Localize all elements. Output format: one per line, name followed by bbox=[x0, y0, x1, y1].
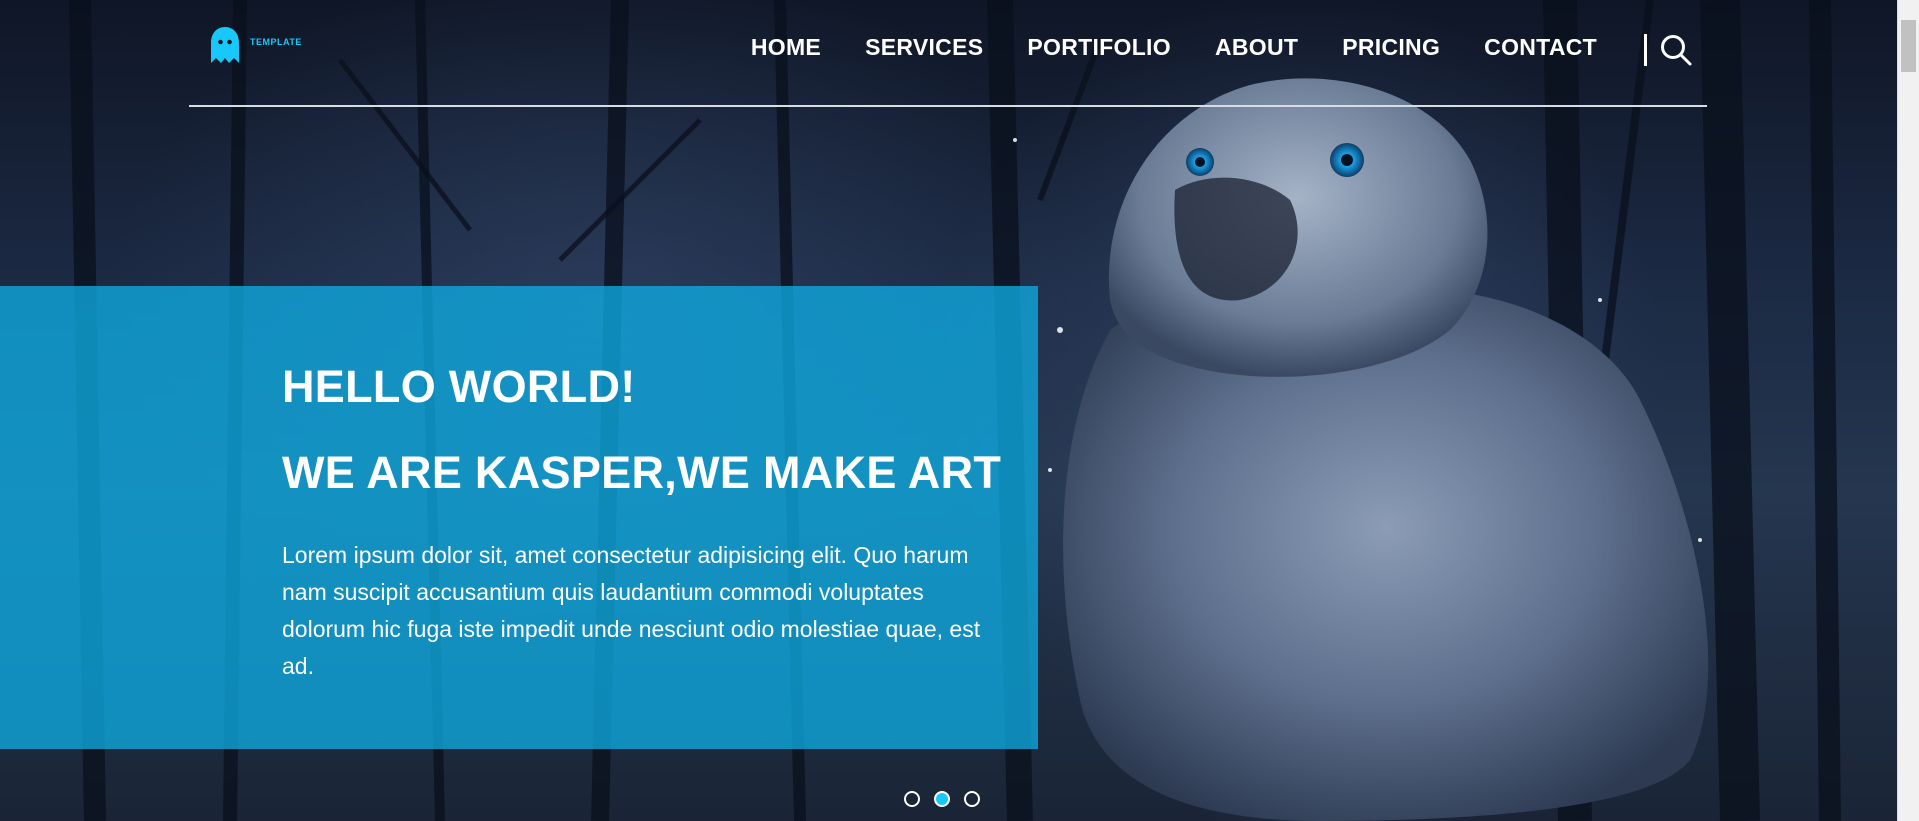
search-divider bbox=[1644, 34, 1647, 66]
nav-about[interactable]: ABOUT bbox=[1215, 34, 1298, 61]
slide-bullet-1[interactable] bbox=[904, 791, 920, 807]
site-logo[interactable]: TEMPLATE bbox=[208, 25, 302, 65]
search-button[interactable] bbox=[1659, 33, 1693, 71]
site-header: TEMPLATE HOME SERVICES PORTIFOLIO ABOUT … bbox=[189, 0, 1707, 107]
nav-pricing[interactable]: PRICING bbox=[1342, 34, 1440, 61]
nav-home[interactable]: HOME bbox=[751, 34, 821, 61]
nav-contact[interactable]: CONTACT bbox=[1484, 34, 1597, 61]
hero-title-line2: WE ARE KASPER,WE MAKE ART bbox=[282, 447, 1002, 498]
slide-bullet-2[interactable] bbox=[934, 791, 950, 807]
page-scrollbar[interactable] bbox=[1897, 0, 1919, 821]
main-navigation: HOME SERVICES PORTIFOLIO ABOUT PRICING C… bbox=[751, 34, 1597, 61]
nav-portfolio[interactable]: PORTIFOLIO bbox=[1027, 34, 1171, 61]
nav-services[interactable]: SERVICES bbox=[865, 34, 983, 61]
hero-title-line1: HELLO WORLD! bbox=[282, 361, 636, 412]
ghost-icon bbox=[211, 27, 239, 63]
hero-paragraph: Lorem ipsum dolor sit, amet consectetur … bbox=[282, 542, 981, 679]
search-icon bbox=[1661, 35, 1692, 66]
slide-bullet-3[interactable] bbox=[964, 791, 980, 807]
slider-bullets bbox=[904, 791, 980, 807]
logo-tagline: TEMPLATE bbox=[250, 37, 302, 47]
scrollbar-thumb[interactable] bbox=[1901, 20, 1916, 72]
